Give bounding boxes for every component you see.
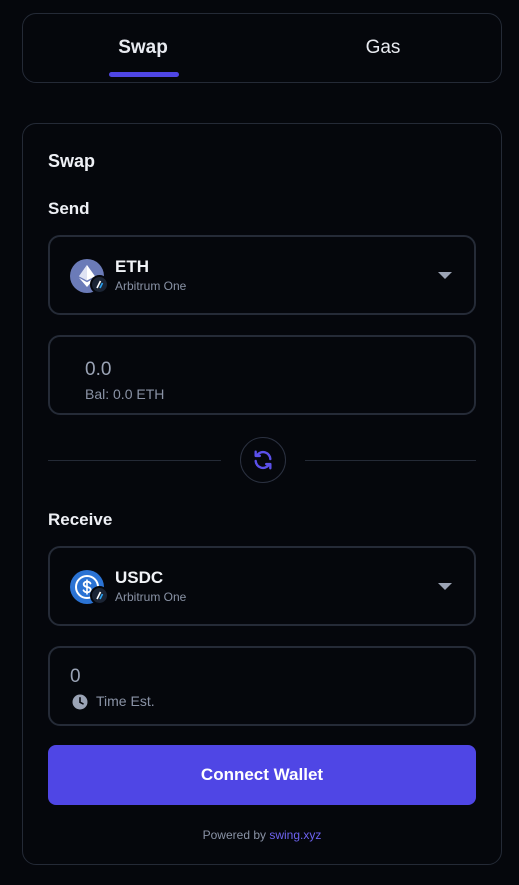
divider-right: [305, 460, 476, 461]
divider-left: [48, 460, 221, 461]
send-amount-box: Bal: 0.0 ETH: [48, 335, 476, 415]
receive-amount: 0: [70, 666, 81, 687]
arbitrum-icon: [90, 275, 109, 294]
receive-label: Receive: [48, 510, 113, 529]
send-amount-input[interactable]: [85, 357, 385, 383]
send-token-symbol: ETH: [115, 257, 149, 276]
swap-direction-button[interactable]: [240, 437, 286, 483]
powered-by-text: Powered by: [202, 828, 266, 842]
send-label: Send: [48, 199, 90, 218]
active-tab-indicator: [109, 72, 179, 77]
receive-amount-box: 0 Time Est.: [48, 646, 476, 726]
swing-link[interactable]: swing.xyz: [269, 828, 321, 842]
receive-token-select[interactable]: USDC Arbitrum One: [48, 546, 476, 626]
powered-by: Powered by swing.xyz: [23, 828, 501, 842]
arbitrum-icon: [90, 586, 109, 605]
send-token-select[interactable]: ETH Arbitrum One: [48, 235, 476, 315]
time-estimate: Time Est.: [96, 693, 155, 709]
send-balance: Bal: 0.0 ETH: [85, 386, 165, 402]
refresh-icon: [254, 450, 272, 470]
connect-wallet-button[interactable]: Connect Wallet: [48, 745, 476, 805]
swap-card: Swap Send ETH Arbitrum One Bal: 0.0 ETH: [22, 123, 502, 865]
tab-bar: Swap Gas: [22, 13, 502, 83]
receive-token-chain: Arbitrum One: [115, 590, 187, 604]
send-token-chain: Arbitrum One: [115, 279, 187, 293]
tab-gas[interactable]: Gas: [323, 14, 443, 82]
chevron-down-icon: [438, 583, 452, 590]
clock-icon: [72, 694, 88, 710]
chevron-down-icon: [438, 272, 452, 279]
card-title: Swap: [48, 151, 96, 171]
receive-token-symbol: USDC: [115, 568, 164, 587]
